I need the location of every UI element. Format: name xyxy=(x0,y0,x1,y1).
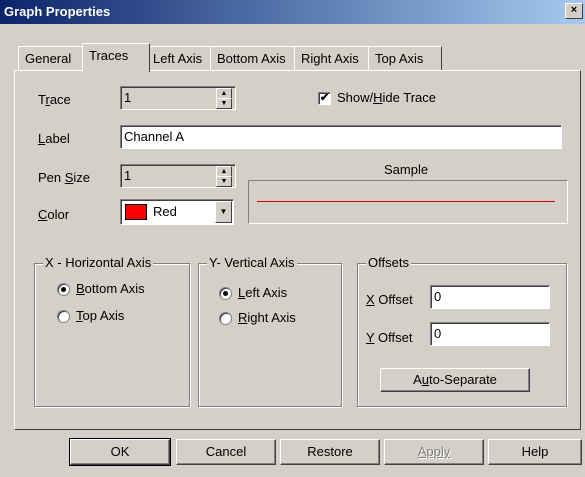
check-icon: ✔ xyxy=(319,92,330,104)
close-button[interactable]: × xyxy=(565,3,583,19)
trace-value: 1 xyxy=(124,90,132,105)
label-input[interactable]: Channel A xyxy=(120,125,562,149)
spin-down-icon[interactable]: ▼ xyxy=(216,176,232,187)
left-axis-radio[interactable] xyxy=(219,287,232,300)
tab-bottom-axis[interactable]: Bottom Axis xyxy=(210,46,298,71)
color-dropdown[interactable]: Red ▼ xyxy=(120,199,234,225)
restore-button[interactable]: Restore xyxy=(280,439,380,465)
x-offset-input[interactable]: 0 xyxy=(430,285,550,309)
show-hide-label[interactable]: Show/Hide Trace xyxy=(337,90,436,105)
show-hide-checkbox[interactable]: ✔ xyxy=(318,92,331,105)
y-offset-input[interactable]: 0 xyxy=(430,322,550,346)
x-axis-group-title: X - Horizontal Axis xyxy=(43,255,154,270)
tab-traces[interactable]: Traces xyxy=(82,43,150,72)
y-offset-label: Y Offset xyxy=(366,330,413,345)
auto-separate-button[interactable]: Auto-Separate xyxy=(380,368,530,392)
x-offset-label: X Offset xyxy=(366,292,413,307)
trace-label: Trace xyxy=(38,92,71,107)
sample-label: Sample xyxy=(384,162,429,177)
bottom-axis-radio[interactable] xyxy=(57,283,70,296)
color-swatch xyxy=(125,204,147,220)
tab-general[interactable]: General xyxy=(18,46,88,71)
top-axis-radio[interactable] xyxy=(57,310,70,323)
left-axis-label[interactable]: Left Axis xyxy=(238,285,287,300)
trace-spinbox[interactable]: 1 ▲ ▼ xyxy=(120,86,236,110)
tab-right-axis[interactable]: Right Axis xyxy=(294,46,372,71)
color-value: Red xyxy=(153,204,177,219)
right-axis-radio[interactable] xyxy=(219,312,232,325)
ok-button[interactable]: OK xyxy=(69,438,171,466)
top-axis-label[interactable]: Top Axis xyxy=(76,308,124,323)
label-value: Channel A xyxy=(124,129,184,144)
graph-properties-dialog: Graph Properties × General Traces Left A… xyxy=(0,0,585,477)
window-title: Graph Properties xyxy=(4,4,111,19)
y-axis-group-title: Y- Vertical Axis xyxy=(207,255,297,270)
dropdown-arrow-icon[interactable]: ▼ xyxy=(215,201,232,223)
sample-line xyxy=(257,201,555,202)
right-axis-label[interactable]: Right Axis xyxy=(238,310,296,325)
pen-size-label: Pen Size xyxy=(38,170,91,185)
pen-size-value: 1 xyxy=(124,168,132,183)
tab-left-axis[interactable]: Left Axis xyxy=(146,46,214,71)
offsets-group-title: Offsets xyxy=(366,255,411,270)
tab-top-axis[interactable]: Top Axis xyxy=(368,46,442,71)
spin-down-icon[interactable]: ▼ xyxy=(216,98,232,109)
title-bar[interactable]: Graph Properties × xyxy=(0,0,585,24)
sample-preview xyxy=(248,180,568,224)
bottom-axis-label[interactable]: Bottom Axis xyxy=(76,281,145,296)
color-label: Color xyxy=(38,207,70,222)
apply-button[interactable]: Apply xyxy=(384,439,484,465)
cancel-button[interactable]: Cancel xyxy=(176,439,276,465)
x-offset-value: 0 xyxy=(434,289,442,304)
y-offset-value: 0 xyxy=(434,326,442,341)
label-label: Label xyxy=(38,131,70,146)
help-button[interactable]: Help xyxy=(488,439,582,465)
pen-size-spinbox[interactable]: 1 ▲ ▼ xyxy=(120,164,236,188)
